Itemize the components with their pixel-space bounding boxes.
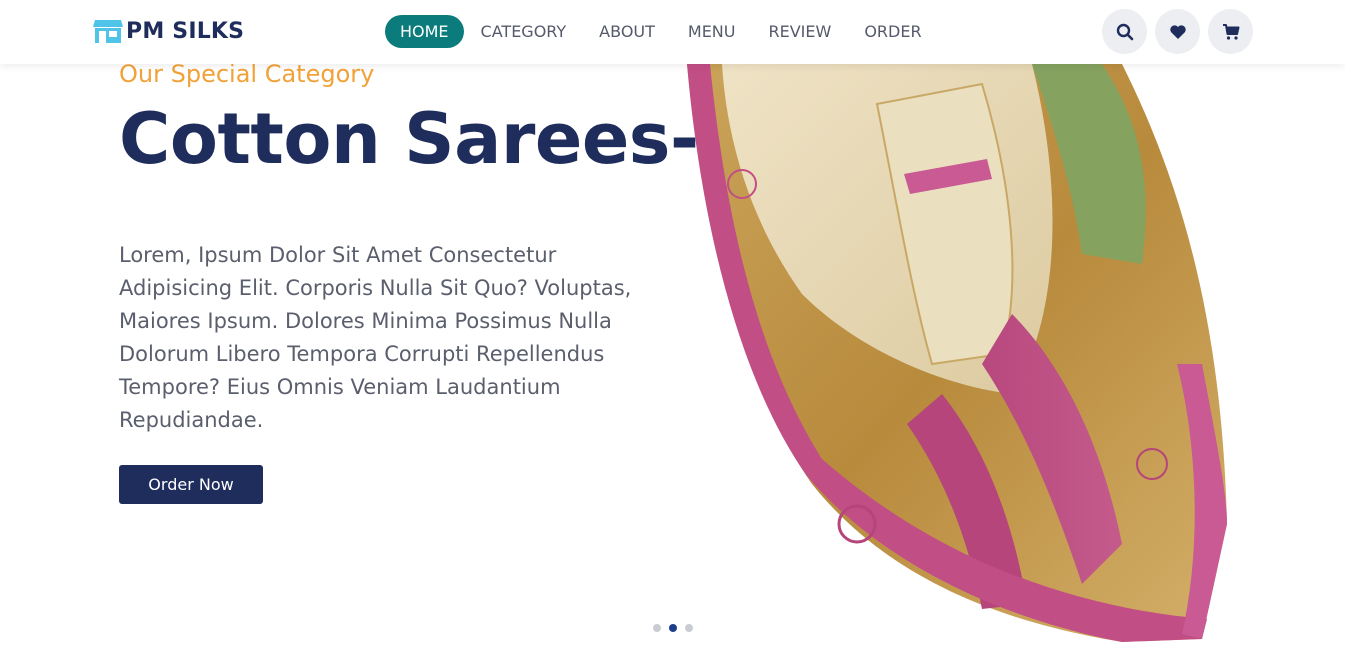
nav-about[interactable]: ABOUT [583, 15, 671, 48]
heart-icon [1169, 24, 1186, 39]
nav-home[interactable]: HOME [385, 15, 464, 48]
brand-name: PM SILKS [126, 18, 245, 44]
order-now-button[interactable]: Order Now [119, 465, 263, 504]
nav-review[interactable]: REVIEW [752, 15, 847, 48]
hero-subtitle: Our Special Category [119, 60, 375, 88]
nav-menu[interactable]: MENU [672, 15, 752, 48]
site-header: PM SILKS HOME CATEGORY ABOUT MENU REVIEW… [0, 0, 1345, 64]
header-icons [1102, 9, 1261, 54]
wishlist-button[interactable] [1155, 9, 1200, 54]
cart-button[interactable] [1208, 9, 1253, 54]
nav-order[interactable]: ORDER [848, 15, 937, 48]
store-icon [93, 20, 123, 43]
saree-image [687, 64, 1227, 642]
hero-description: Lorem, Ipsum Dolor Sit Amet Consectetur … [119, 243, 632, 432]
slider-dots [653, 624, 701, 632]
brand-logo[interactable]: PM SILKS [92, 17, 244, 45]
cart-icon [1222, 23, 1239, 40]
slider-dot-active[interactable] [669, 624, 677, 632]
slider-dot[interactable] [685, 624, 693, 632]
search-icon [1116, 23, 1133, 40]
hero-title: Cotton Sarees-2 [119, 98, 747, 180]
search-button[interactable] [1102, 9, 1147, 54]
slider-dot[interactable] [653, 624, 661, 632]
nav-category[interactable]: CATEGORY [465, 15, 583, 48]
main-nav: HOME CATEGORY ABOUT MENU REVIEW ORDER [385, 15, 939, 48]
